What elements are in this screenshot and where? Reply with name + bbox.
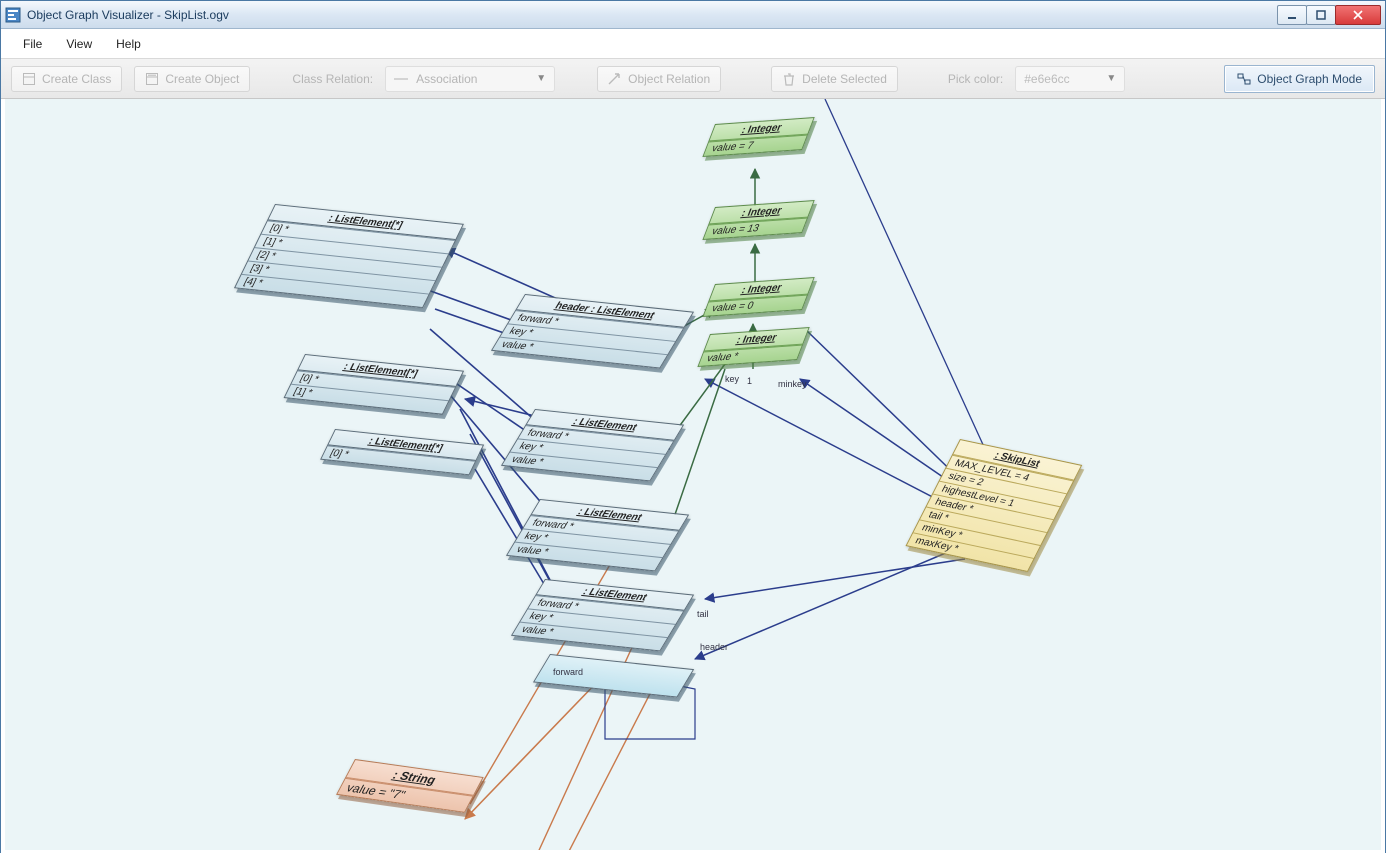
trash-icon <box>782 72 796 86</box>
app-window: Object Graph Visualizer - SkipList.ogv F… <box>0 0 1386 853</box>
menu-help[interactable]: Help <box>104 31 153 57</box>
menu-view[interactable]: View <box>54 31 104 57</box>
create-object-button[interactable]: Create Object <box>134 66 250 92</box>
edge-label-forward: forward <box>553 667 583 677</box>
object-listelement-3[interactable]: : ListElement forward * key * value * <box>511 579 694 651</box>
connections-layer <box>5 99 1381 850</box>
window-controls <box>1278 5 1381 25</box>
delete-selected-button[interactable]: Delete Selected <box>771 66 898 92</box>
class-icon <box>22 72 36 86</box>
object-skiplist[interactable]: : SkipList MAX_LEVEL = 4 size = 2 highes… <box>905 439 1082 572</box>
edge-label-key: key <box>725 374 739 384</box>
app-icon <box>5 7 21 23</box>
object-listelement-array-1[interactable]: : ListElement[*] [0] * [1] * <box>284 354 465 415</box>
object-listelement-1[interactable]: : ListElement forward * key * value * <box>501 409 684 481</box>
relation-arrow-icon <box>608 72 622 86</box>
pick-color-label: Pick color: <box>948 72 1003 86</box>
class-relation-value: Association <box>416 72 528 86</box>
object-header-listelement[interactable]: header : ListElement forward * key * val… <box>491 294 694 369</box>
object-listelement-array-2[interactable]: : ListElement[*] [0] * <box>320 429 484 475</box>
class-relation-label: Class Relation: <box>292 72 373 86</box>
create-class-button[interactable]: Create Class <box>11 66 122 92</box>
edge-label-header: header <box>700 642 728 652</box>
edge-label-one: 1 <box>747 376 752 386</box>
pick-color-combo[interactable]: #e6e6cc ▼ <box>1015 66 1125 92</box>
object-string-0[interactable]: : String value = "7" <box>336 759 484 813</box>
pick-color-value: #e6e6cc <box>1024 72 1098 86</box>
edge-label-tail: tail <box>697 609 709 619</box>
menu-bar: File View Help <box>1 29 1385 59</box>
object-integer-2[interactable]: : Integer value = 0 <box>702 277 814 317</box>
chevron-down-icon: ▼ <box>536 73 546 84</box>
graph-viewport[interactable]: : ListElement[*] [0] * [1] * [2] * [3] *… <box>1 99 1385 854</box>
object-integer-1[interactable]: : Integer value = 13 <box>702 200 814 240</box>
create-object-label: Create Object <box>165 72 239 86</box>
create-class-label: Create Class <box>42 72 111 86</box>
title-bar: Object Graph Visualizer - SkipList.ogv <box>1 1 1385 29</box>
class-relation-combo[interactable]: Association ▼ <box>385 66 555 92</box>
mode-label: Object Graph Mode <box>1257 72 1362 86</box>
minimize-button[interactable] <box>1277 5 1307 25</box>
object-integer-0[interactable]: : Integer value = 7 <box>702 117 814 157</box>
object-listelement-array-0[interactable]: : ListElement[*] [0] * [1] * [2] * [3] *… <box>234 204 464 308</box>
mode-icon <box>1237 72 1251 86</box>
chevron-down-icon: ▼ <box>1106 73 1116 84</box>
object-listelement-2[interactable]: : ListElement forward * key * value * <box>506 499 689 571</box>
object-integer-3[interactable]: : Integer value * <box>697 327 809 367</box>
object-graph-mode-button[interactable]: Object Graph Mode <box>1224 65 1375 93</box>
object-relation-label: Object Relation <box>628 72 710 86</box>
edge-label-minkey: minkey <box>778 379 807 389</box>
window-title: Object Graph Visualizer - SkipList.ogv <box>27 8 1278 22</box>
object-relation-button[interactable]: Object Relation <box>597 66 721 92</box>
maximize-button[interactable] <box>1306 5 1336 25</box>
close-button[interactable] <box>1335 5 1381 25</box>
delete-selected-label: Delete Selected <box>802 72 887 86</box>
toolbar: Create Class Create Object Class Relatio… <box>1 59 1385 99</box>
association-line-icon <box>394 72 408 86</box>
menu-file[interactable]: File <box>11 31 54 57</box>
object-icon <box>145 72 159 86</box>
